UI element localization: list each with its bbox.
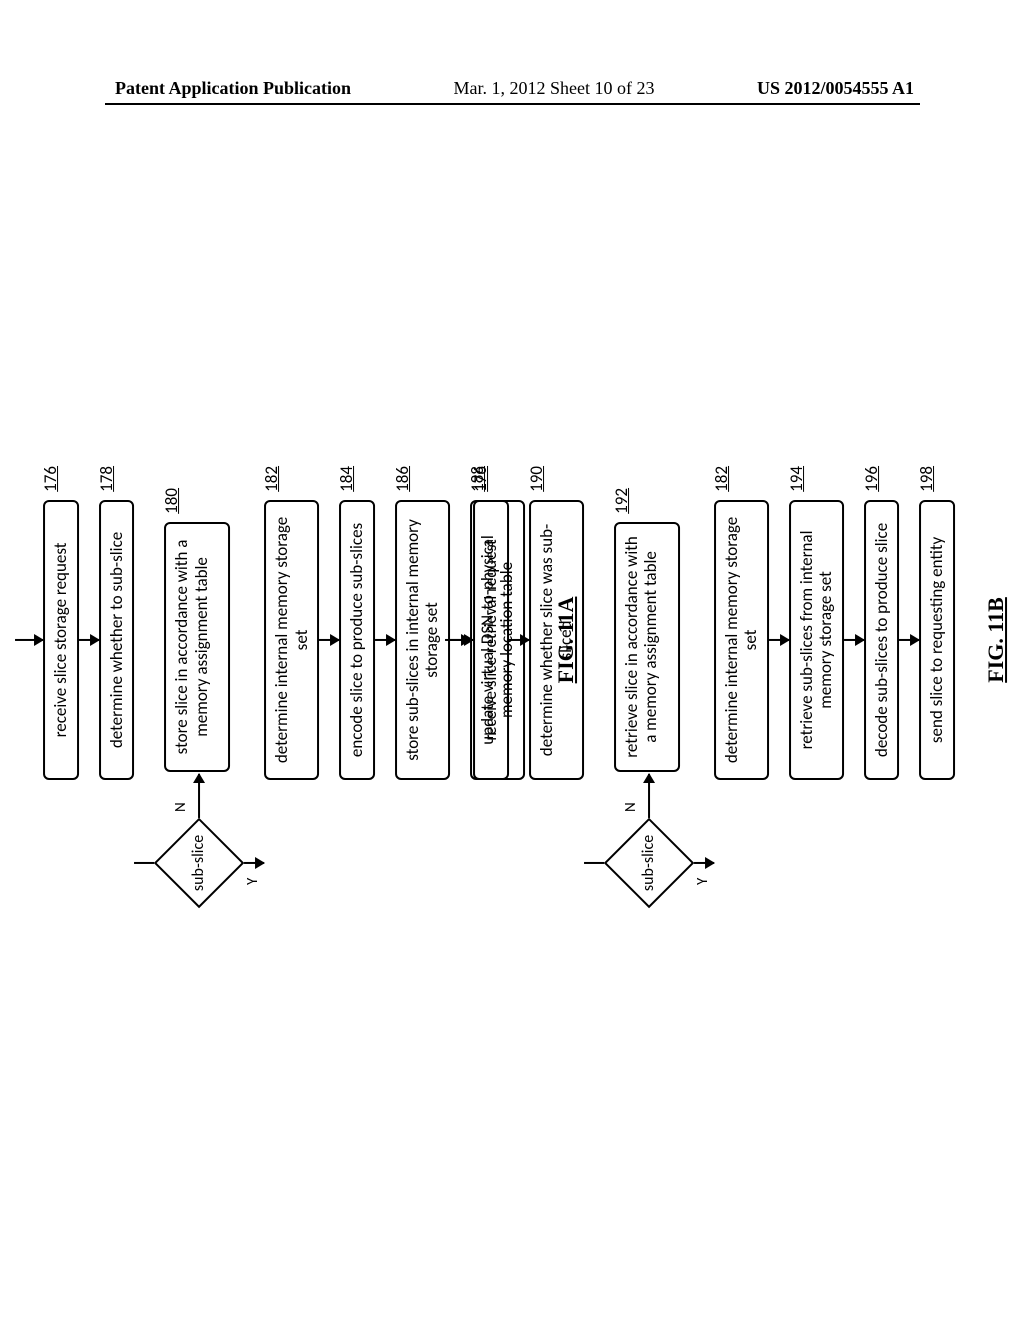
diagrams-area: receive slice storage request 176 determ… — [0, 200, 1024, 1100]
step-text: determine internal memory storage set — [271, 517, 312, 763]
fig-11b-label: FIG. 11B — [983, 597, 1009, 683]
ref-num: 190 — [527, 466, 547, 492]
ref-num: 194 — [787, 466, 807, 492]
decision-diamond-b: sub-slice — [604, 818, 694, 908]
fig-11b-flow: receive slice retrieval request 176 dete… — [445, 300, 1009, 980]
ref-num: 182 — [712, 466, 732, 492]
step-text: receive slice storage request — [50, 543, 71, 738]
step-text: store slice in accordance with a memory … — [171, 540, 212, 755]
decision-row-a: sub-slice N store slice in accordance wi… — [154, 300, 264, 980]
decision-label: sub-slice — [190, 835, 208, 891]
arrow-icon — [244, 862, 264, 864]
arrow-icon — [769, 639, 789, 641]
step-178: determine whether to sub-slice 178 — [99, 500, 135, 780]
ref-num: 198 — [917, 466, 937, 492]
step-184: encode slice to produce sub-slices 184 — [339, 500, 375, 780]
step-186: store sub-slices in internal memory stor… — [395, 500, 450, 780]
header-left: Patent Application Publication — [115, 78, 351, 99]
arrow-icon — [445, 639, 473, 641]
fig-11b-rotated: receive slice retrieval request 176 dete… — [445, 300, 1009, 980]
header-mid: Mar. 1, 2012 Sheet 10 of 23 — [454, 78, 655, 99]
header-right: US 2012/0054555 A1 — [757, 78, 914, 99]
ref-num: 180 — [162, 488, 182, 514]
step-192: retrieve slice in accordance with a memo… — [614, 522, 680, 772]
step-196: decode sub-slices to produce slice 196 — [864, 500, 900, 780]
arrow-icon — [509, 639, 529, 641]
step-176b: receive slice retrieval request 176 — [473, 500, 509, 780]
arrow-icon — [375, 639, 395, 641]
ref-num: 196 — [862, 466, 882, 492]
step-182a: determine internal memory storage set 18… — [264, 500, 319, 780]
step-text: encode slice to produce sub-slices — [346, 523, 367, 757]
arrow-icon — [844, 639, 864, 641]
arrow-icon — [319, 639, 339, 641]
ref-num: 176 — [471, 466, 491, 492]
step-text: receive slice retrieval request — [480, 539, 501, 740]
step-182b: determine internal memory storage set 18… — [714, 500, 769, 780]
step-text: retrieve slice in accordance with a memo… — [621, 536, 662, 758]
step-text: retrieve sub-slices from internal memory… — [796, 531, 837, 750]
step-text: store sub-slices in internal memory stor… — [402, 519, 443, 761]
step-text: determine whether slice was sub-sliced — [536, 524, 577, 756]
step-180: store slice in accordance with a memory … — [164, 522, 230, 772]
connector — [134, 862, 154, 864]
ref-num: 192 — [612, 488, 632, 514]
arrow-icon — [648, 774, 650, 818]
arrow-icon — [198, 774, 200, 818]
branch-n: N — [622, 802, 640, 812]
decision-diamond-a: sub-slice — [154, 818, 244, 908]
decision-label: sub-slice — [640, 835, 658, 891]
ref-num: 176 — [41, 466, 61, 492]
ref-num: 178 — [97, 466, 117, 492]
arrow-icon — [899, 639, 919, 641]
header-rule — [105, 103, 920, 105]
arrow-icon — [15, 639, 43, 641]
fig-11b-column: receive slice retrieval request 176 dete… — [557, 200, 897, 1080]
step-194: retrieve sub-slices from internal memory… — [789, 500, 844, 780]
page-header: Patent Application Publication Mar. 1, 2… — [0, 78, 1024, 99]
branch-y: Y — [694, 878, 712, 885]
arrow-icon — [694, 862, 714, 864]
branch-y: Y — [244, 878, 262, 885]
step-190: determine whether slice was sub-sliced 1… — [529, 500, 584, 780]
step-text: determine whether to sub-slice — [106, 532, 127, 748]
step-176a: receive slice storage request 176 — [43, 500, 79, 780]
connector — [584, 862, 604, 864]
step-text: decode sub-slices to produce slice — [871, 523, 892, 757]
step-198: send slice to requesting entity 198 — [919, 500, 955, 780]
ref-num: 182 — [262, 466, 282, 492]
fig-11a-column: receive slice storage request 176 determ… — [127, 200, 467, 1080]
ref-num: 186 — [393, 466, 413, 492]
arrow-icon — [79, 639, 99, 641]
step-text: determine internal memory storage set — [721, 517, 762, 763]
ref-num: 184 — [337, 466, 357, 492]
step-text: send slice to requesting entity — [926, 537, 947, 743]
decision-row-b: sub-slice N retrieve slice in accordance… — [604, 300, 714, 980]
branch-n: N — [172, 802, 190, 812]
